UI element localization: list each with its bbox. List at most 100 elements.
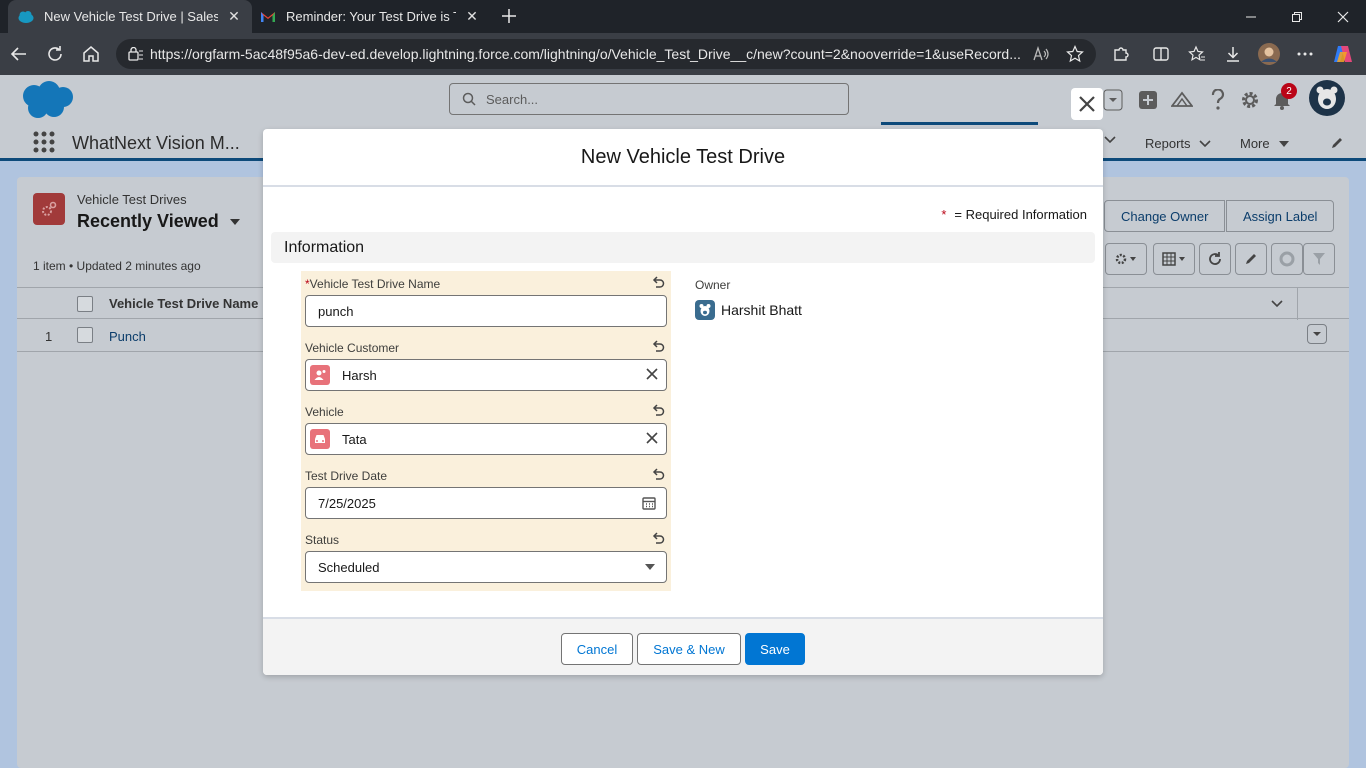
display-as-table-icon[interactable]	[1153, 243, 1195, 275]
refresh-list-icon[interactable]	[1199, 243, 1231, 275]
copilot-icon[interactable]	[1330, 41, 1356, 67]
field-label-vehicle: Vehicle	[305, 405, 344, 419]
modal-header: New Vehicle Test Drive	[263, 129, 1103, 187]
search-icon	[462, 92, 476, 106]
gmail-icon	[260, 9, 276, 25]
undo-icon[interactable]	[651, 340, 665, 354]
chevron-down-icon	[1198, 139, 1211, 147]
minimize-icon[interactable]	[1228, 0, 1274, 33]
select-all-checkbox[interactable]	[77, 296, 93, 312]
downloads-icon[interactable]	[1220, 41, 1246, 67]
profile-avatar-icon[interactable]	[1256, 41, 1282, 67]
save-button[interactable]: Save	[745, 633, 805, 665]
list-view-selector[interactable]: Recently Viewed	[77, 211, 241, 232]
refresh-icon[interactable]	[42, 41, 68, 67]
row-checkbox[interactable]	[77, 327, 93, 343]
form-left-column: *Vehicle Test Drive Name punch Vehicle C…	[301, 271, 671, 591]
vehicle-test-drive-name-input[interactable]: punch	[305, 295, 667, 327]
nav-item-reports[interactable]: Reports	[1145, 136, 1211, 151]
global-actions-icon[interactable]	[1137, 89, 1159, 111]
input-value: punch	[318, 303, 354, 319]
undo-icon[interactable]	[651, 468, 665, 482]
button-label: Cancel	[576, 641, 618, 657]
favorite-star-icon[interactable]	[1066, 45, 1084, 63]
close-tab-icon[interactable]: ✕	[226, 8, 242, 25]
change-owner-button[interactable]: Change Owner	[1104, 200, 1226, 232]
close-window-icon[interactable]	[1320, 0, 1366, 33]
global-search-input[interactable]: Search...	[449, 83, 849, 115]
salesforce-logo-icon[interactable]	[18, 80, 78, 120]
undo-icon[interactable]	[651, 404, 665, 418]
caret-down-icon	[1278, 140, 1289, 147]
favorites-dropdown-icon[interactable]	[1102, 89, 1124, 111]
owner-value[interactable]: Harshit Bhatt	[695, 300, 802, 320]
close-tab-icon[interactable]: ✕	[464, 8, 480, 25]
required-star: *	[941, 207, 947, 222]
row-actions-dropdown-icon[interactable]	[1307, 324, 1327, 344]
modal-footer: Cancel Save & New Save	[263, 617, 1103, 675]
section-header[interactable]: Information	[271, 232, 1095, 263]
button-label: Assign Label	[1243, 208, 1318, 224]
row-number: 1	[45, 329, 53, 344]
list-view-name: Recently Viewed	[77, 211, 219, 231]
more-options-icon[interactable]	[1292, 41, 1318, 67]
button-label: Change Owner	[1121, 208, 1209, 224]
calendar-icon[interactable]	[642, 496, 656, 510]
help-icon[interactable]	[1207, 89, 1229, 111]
setup-gear-icon[interactable]	[1239, 89, 1261, 111]
owner-avatar-icon	[695, 300, 715, 320]
notification-badge: 2	[1281, 83, 1297, 99]
column-header[interactable]: Vehicle Test Drive Name	[109, 296, 258, 311]
field-label-status: Status	[305, 533, 340, 547]
vehicle-customer-lookup[interactable]: Harsh	[305, 359, 667, 391]
new-record-modal: New Vehicle Test Drive * = Required Infor…	[263, 129, 1103, 675]
clear-selection-icon[interactable]	[646, 432, 658, 444]
charts-icon[interactable]	[1271, 243, 1303, 275]
column-chevron-icon[interactable]	[1271, 300, 1283, 308]
app-name: WhatNext Vision M...	[72, 133, 240, 153]
undo-icon[interactable]	[651, 532, 665, 546]
record-link[interactable]: Punch	[109, 329, 146, 344]
tab-gmail[interactable]: Reminder: Your Test Drive is Tomorrow ✕	[250, 0, 490, 33]
extensions-icon[interactable]	[1108, 41, 1134, 67]
notifications-bell-icon[interactable]: 2	[1271, 83, 1297, 111]
address-bar[interactable]: https://orgfarm-5ac48f95a6-dev-ed.develo…	[116, 39, 1096, 69]
modal-title: New Vehicle Test Drive	[580, 145, 786, 168]
field-label-customer: Vehicle Customer	[305, 341, 400, 355]
home-icon[interactable]	[78, 41, 104, 67]
edit-nav-pencil-icon[interactable]	[1330, 136, 1344, 150]
app-launcher-icon[interactable]	[33, 131, 55, 153]
close-icon	[1079, 96, 1095, 112]
site-info-icon[interactable]	[128, 47, 144, 61]
list-meta-text: 1 item • Updated 2 minutes ago	[33, 259, 201, 273]
status-picklist[interactable]: Scheduled	[305, 551, 667, 583]
clear-selection-icon[interactable]	[646, 368, 658, 380]
back-icon[interactable]	[6, 41, 32, 67]
button-label: Save	[760, 641, 790, 657]
new-tab-icon[interactable]	[496, 3, 522, 29]
restore-icon[interactable]	[1274, 0, 1320, 33]
modal-close-button[interactable]	[1071, 88, 1103, 120]
inline-edit-pencil-icon[interactable]	[1235, 243, 1267, 275]
favorites-icon[interactable]	[1184, 41, 1210, 67]
url-text: https://orgfarm-5ac48f95a6-dev-ed.develo…	[150, 46, 1021, 62]
picklist-value: Scheduled	[318, 559, 380, 575]
list-settings-gear-icon[interactable]	[1105, 243, 1147, 275]
filter-icon[interactable]	[1303, 243, 1335, 275]
save-and-new-button[interactable]: Save & New	[637, 633, 741, 665]
assign-label-button[interactable]: Assign Label	[1226, 200, 1335, 232]
nav-more-chevron[interactable]	[1104, 136, 1116, 144]
read-aloud-icon[interactable]	[1032, 46, 1050, 62]
undo-icon[interactable]	[651, 276, 665, 290]
nav-item-more[interactable]: More	[1240, 136, 1290, 151]
tab-label: New Vehicle Test Drive | Salesforce	[44, 9, 218, 24]
tab-salesforce[interactable]: New Vehicle Test Drive | Salesforce ✕	[8, 0, 252, 33]
required-info-legend: * = Required Information	[941, 207, 1087, 222]
user-avatar[interactable]	[1309, 80, 1345, 116]
cancel-button[interactable]: Cancel	[561, 633, 633, 665]
button-label: Save & New	[653, 641, 725, 657]
trailhead-icon[interactable]	[1171, 89, 1193, 111]
split-screen-icon[interactable]	[1148, 41, 1174, 67]
test-drive-date-input[interactable]: 7/25/2025	[305, 487, 667, 519]
vehicle-lookup[interactable]: Tata	[305, 423, 667, 455]
